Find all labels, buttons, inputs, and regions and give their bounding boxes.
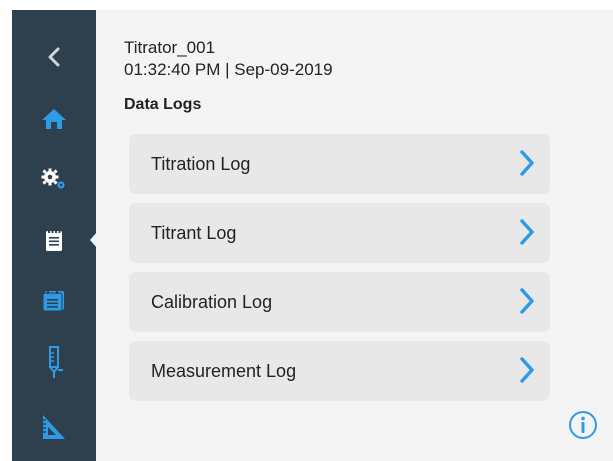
chevron-right-icon bbox=[518, 286, 536, 321]
log-item-label: Titration Log bbox=[151, 154, 251, 174]
sidebar-item-schedule[interactable] bbox=[12, 275, 96, 325]
selected-indicator bbox=[90, 232, 97, 248]
sidebar-item-home[interactable] bbox=[12, 94, 96, 144]
log-item-label: Titrant Log bbox=[151, 223, 237, 243]
burette-icon bbox=[43, 345, 65, 379]
page-title: Data Logs bbox=[124, 96, 202, 113]
chevron-right-icon bbox=[518, 355, 536, 390]
back-chevron-icon bbox=[47, 46, 61, 68]
sidebar-item-measure[interactable] bbox=[12, 402, 96, 452]
log-item-titrant[interactable]: Titrant Log bbox=[129, 203, 550, 263]
date-time: 01:32:40 PM | Sep-09-2019 bbox=[124, 60, 333, 79]
ruler-triangle-icon bbox=[41, 413, 67, 441]
device-name: Titrator_001 bbox=[124, 38, 216, 57]
sidebar-item-data-logs[interactable] bbox=[12, 215, 96, 265]
chevron-right-icon bbox=[518, 217, 536, 252]
sidebar-item-settings[interactable] bbox=[12, 154, 96, 204]
settings-gears-icon bbox=[40, 167, 68, 191]
sidebar bbox=[12, 10, 96, 461]
home-icon bbox=[41, 107, 67, 131]
calendar-list-icon bbox=[42, 288, 66, 312]
app-screen: Titrator_001 01:32:40 PM | Sep-09-2019 D… bbox=[12, 10, 613, 461]
back-button[interactable] bbox=[12, 32, 96, 82]
log-item-titration[interactable]: Titration Log bbox=[129, 134, 550, 194]
chevron-right-icon bbox=[518, 148, 536, 183]
notepad-icon bbox=[44, 228, 64, 252]
log-item-label: Measurement Log bbox=[151, 361, 297, 381]
info-button[interactable] bbox=[568, 410, 598, 445]
sidebar-item-titrant[interactable] bbox=[12, 337, 96, 387]
log-item-calibration[interactable]: Calibration Log bbox=[129, 272, 550, 332]
info-icon bbox=[568, 411, 598, 444]
log-item-label: Calibration Log bbox=[151, 292, 273, 312]
log-item-measurement[interactable]: Measurement Log bbox=[129, 341, 550, 401]
